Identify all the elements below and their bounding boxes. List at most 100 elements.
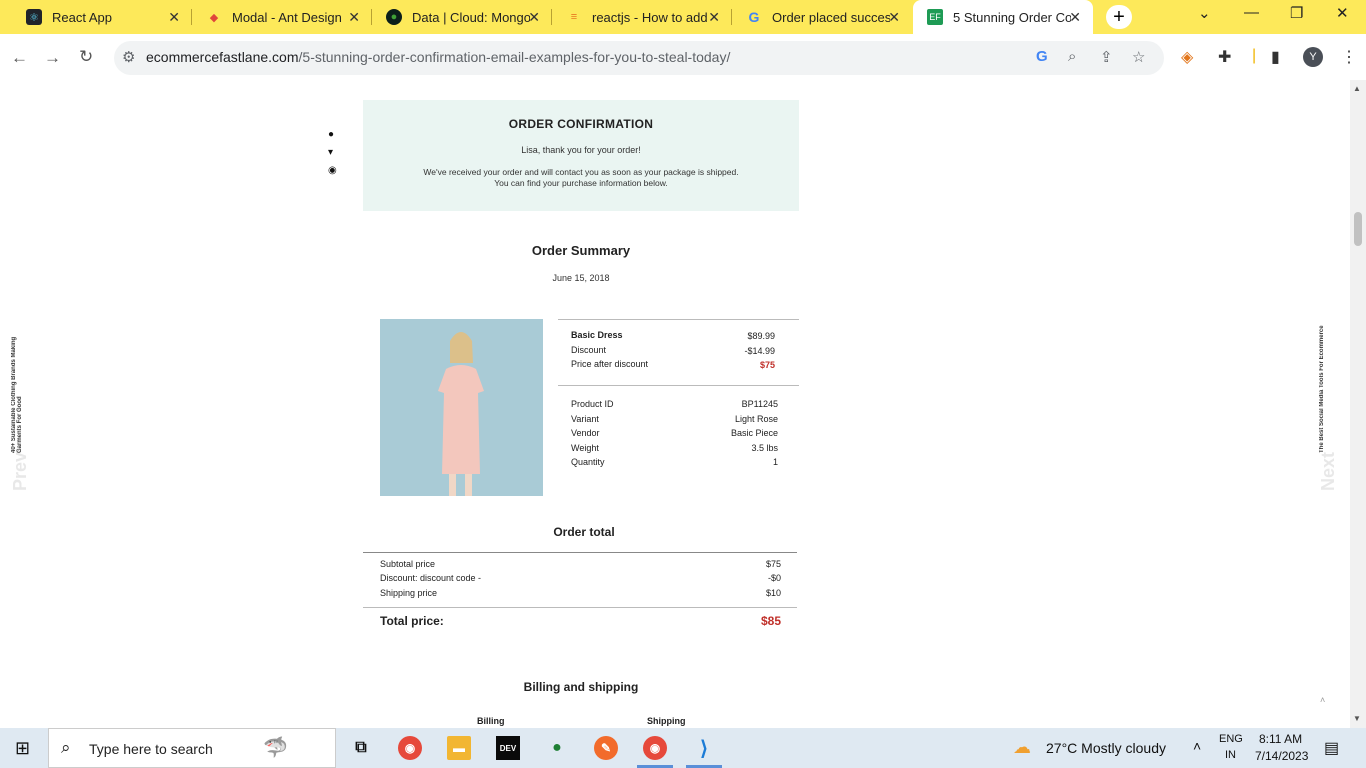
ecommerce-fastlane-icon: EF [927, 9, 943, 25]
detail-label: Variant [571, 414, 599, 424]
taskbar: ⊞ ⌕ Type here to search 🦈 ⧉ ◉ ▬ DEV ● ✎ … [0, 728, 1366, 768]
total-row-value: -$0 [767, 573, 781, 583]
search-placeholder: Type here to search [89, 741, 213, 757]
url-path: /5-stunning-order-confirmation-email-exa… [298, 49, 731, 65]
forward-icon[interactable]: → [44, 48, 61, 68]
facebook-icon[interactable]: ● [328, 129, 334, 140]
close-icon[interactable]: ✕ [168, 9, 180, 26]
twitter-icon[interactable]: ▾ [328, 147, 333, 158]
detail-value: 1 [772, 457, 778, 467]
close-icon[interactable]: ✕ [708, 9, 720, 26]
stackoverflow-icon: ≡ [570, 11, 578, 23]
taskbar-search[interactable]: ⌕ Type here to search 🦈 [48, 728, 336, 768]
site-info-icon[interactable]: ⚙ [122, 48, 135, 66]
tab-title: Modal - Ant Design [232, 9, 342, 25]
tab-bar: ⚛ React App ✕ ◆ Modal - Ant Design ✕ ● D… [0, 0, 1366, 34]
tab-title: 5 Stunning Order Co [953, 9, 1071, 25]
page-scrollbar[interactable]: ▲ ▼ [1350, 80, 1366, 728]
close-icon[interactable]: ✕ [528, 9, 540, 26]
pinterest-icon[interactable]: ◉ [328, 165, 337, 176]
tab-reactjs-stackoverflow[interactable]: ≡ reactjs - How to add ✕ [552, 0, 732, 34]
total-row-value: $10 [765, 588, 781, 598]
tab-search-icon[interactable]: ⌄ [1198, 4, 1211, 22]
restore-icon[interactable]: ❐ [1290, 4, 1303, 22]
prev-post-title[interactable]: 40+ Sustainable Clothing Brands Making G… [11, 313, 31, 453]
bookmark-star-icon[interactable]: ☆ [1132, 48, 1145, 66]
scroll-up-icon[interactable]: ▲ [1353, 84, 1361, 93]
notification-icon[interactable]: ▤ [1324, 738, 1339, 758]
google-lens-icon[interactable]: G [1036, 48, 1048, 65]
total-row-label: Discount: discount code - [380, 573, 482, 583]
divider [558, 319, 799, 320]
scroll-top-icon[interactable]: ˄ [1320, 695, 1325, 705]
order-summary-title: Order Summary [531, 243, 631, 258]
tab-5-stunning-order[interactable]: EF 5 Stunning Order Co ✕ [913, 0, 1093, 34]
price-after-value: $75 [759, 360, 775, 370]
tab-order-placed[interactable]: G Order placed succes ✕ [732, 0, 912, 34]
ant-design-icon: ◆ [209, 11, 219, 24]
zoom-icon[interactable]: ⌕ [1068, 48, 1076, 65]
metamask-icon[interactable]: ◈ [1181, 47, 1193, 67]
side-panel-icon[interactable]: ▮ [1271, 47, 1280, 67]
whale-shark-icon: 🦈 [263, 737, 288, 759]
vscode-icon[interactable]: ⟩ [692, 736, 716, 760]
next-post-title[interactable]: The Best Social Media Tools For Ecommerc… [1319, 313, 1339, 453]
email-heading: ORDER CONFIRMATION [508, 117, 654, 131]
google-icon: G [748, 9, 760, 25]
billing-shipping-title: Billing and shipping [523, 680, 639, 694]
close-icon[interactable]: ✕ [348, 9, 360, 26]
divider [363, 552, 797, 553]
clock-date[interactable]: 7/14/2023 [1255, 749, 1308, 763]
clock-time[interactable]: 8:11 AM [1259, 732, 1302, 746]
url-text[interactable]: ecommercefastlane.com/5-stunning-order-c… [146, 49, 730, 65]
dev-icon[interactable]: DEV [496, 736, 520, 760]
detail-label: Weight [571, 443, 599, 453]
language-code[interactable]: ENG [1219, 733, 1243, 745]
windows-start-icon[interactable]: ⊞ [15, 738, 30, 759]
tab-modal-ant-design[interactable]: ◆ Modal - Ant Design ✕ [192, 0, 372, 34]
extensions-icon[interactable]: ✚ [1218, 47, 1231, 67]
tab-title: reactjs - How to add [592, 9, 708, 25]
tab-react-app[interactable]: ⚛ React App ✕ [12, 0, 192, 34]
mongodb-compass-icon[interactable]: ● [545, 736, 569, 760]
next-link[interactable]: Next [1318, 452, 1339, 491]
dress-model-image [380, 319, 543, 496]
share-icon[interactable]: ⇪ [1100, 48, 1113, 66]
reload-icon[interactable]: ↻ [79, 47, 93, 67]
window-close-icon[interactable]: ✕ [1336, 4, 1349, 22]
tray-chevron-icon[interactable]: ˄ [1193, 738, 1201, 754]
total-row-value: $75 [765, 559, 781, 569]
web-page: ● ▾ ◉ 40+ Sustainable Clothing Brands Ma… [0, 80, 1350, 728]
divider [363, 607, 797, 608]
greeting: Lisa, thank you for your order! [521, 145, 641, 155]
detail-label: Vendor [571, 428, 600, 438]
postman-icon[interactable]: ✎ [594, 736, 618, 760]
scrollbar-thumb[interactable] [1354, 212, 1362, 246]
menu-icon[interactable]: ⋮ [1341, 47, 1357, 67]
back-icon[interactable]: ← [11, 48, 28, 68]
url-domain: ecommercefastlane.com [146, 49, 299, 65]
chrome-icon[interactable]: ◉ [398, 736, 422, 760]
mongodb-icon: ● [386, 9, 402, 25]
close-icon[interactable]: ✕ [888, 9, 900, 26]
close-icon[interactable]: ✕ [1069, 9, 1081, 26]
task-view-icon[interactable]: ⧉ [349, 736, 373, 760]
total-price-label: Total price: [380, 614, 444, 628]
shipping-label: Shipping [647, 716, 686, 726]
prev-link[interactable]: Prev [10, 452, 31, 491]
detail-value: 3.5 lbs [751, 443, 778, 453]
new-tab-button[interactable]: + [1106, 5, 1132, 29]
profile-avatar[interactable]: Y [1303, 47, 1323, 67]
scroll-down-icon[interactable]: ▼ [1353, 714, 1361, 723]
weather-icon[interactable]: ☁ [1013, 737, 1031, 758]
tab-mongo[interactable]: ● Data | Cloud: Mongo ✕ [372, 0, 552, 34]
email-banner: ORDER CONFIRMATION Lisa, thank you for y… [363, 100, 799, 211]
weather-text[interactable]: 27°C Mostly cloudy [1046, 740, 1166, 756]
language-region[interactable]: IN [1225, 749, 1236, 761]
chrome-profile-icon[interactable]: ◉ [643, 736, 667, 760]
product-image [380, 319, 543, 496]
divider [558, 385, 799, 386]
file-explorer-icon[interactable]: ▬ [447, 736, 471, 760]
detail-value: Basic Piece [730, 428, 778, 438]
minimize-icon[interactable]: — [1244, 4, 1259, 21]
